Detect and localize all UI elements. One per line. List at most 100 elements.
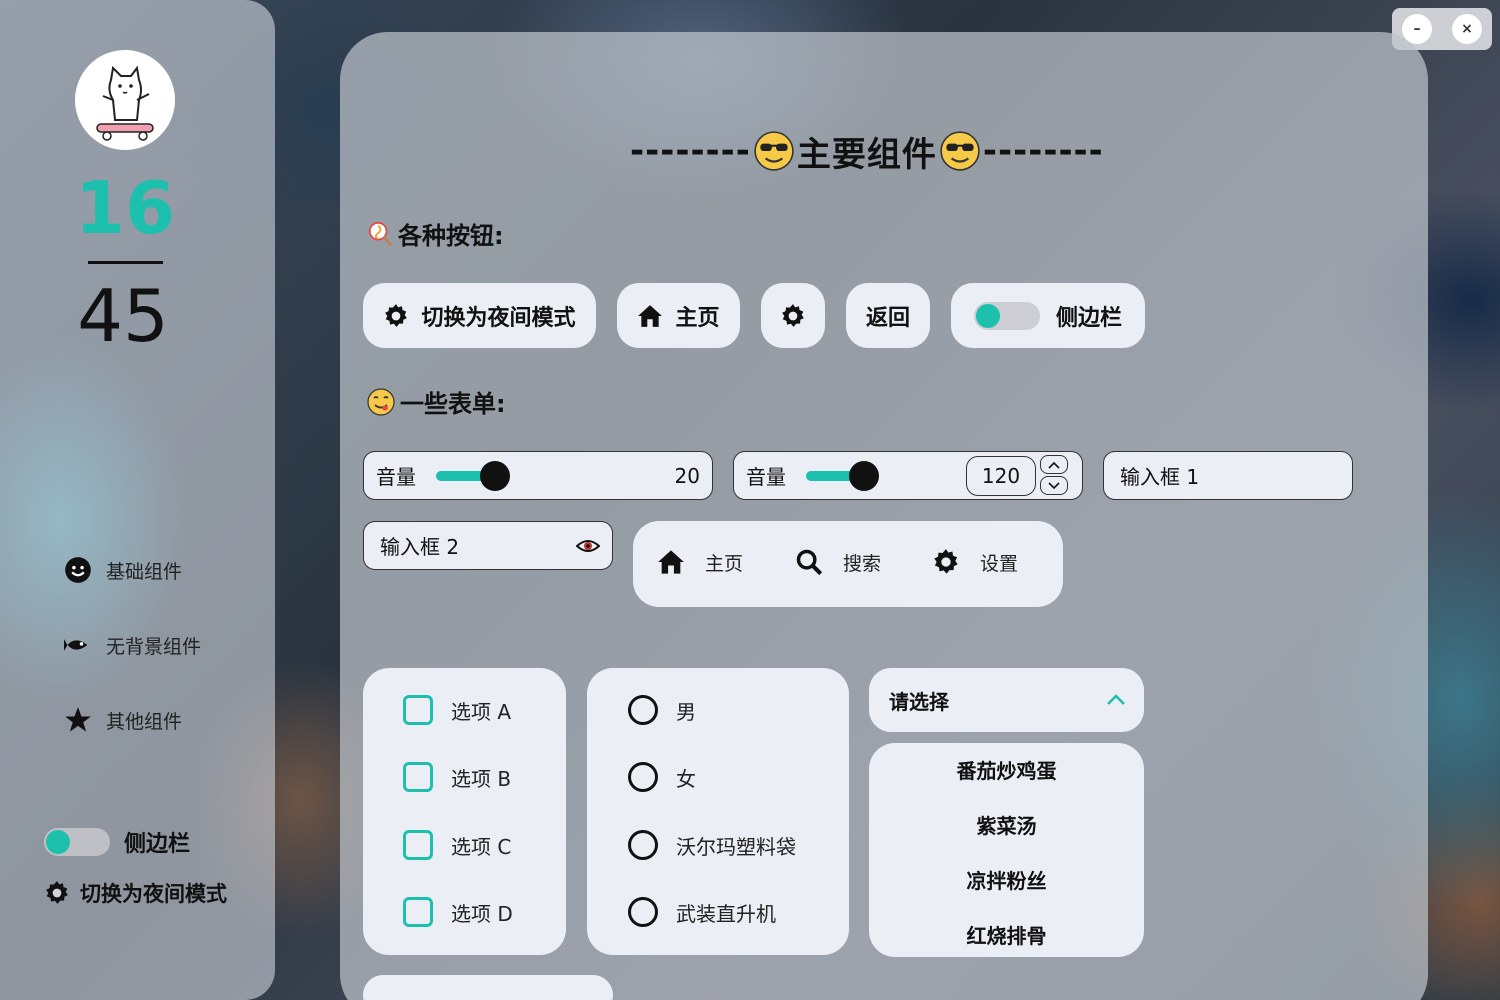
gear-icon	[46, 881, 68, 904]
forms-section-label: 一些表单:	[366, 384, 506, 419]
checkbox-option-d[interactable]: 选项 D	[403, 897, 513, 927]
chevron-up-icon	[1048, 461, 1060, 469]
close-button[interactable]: ×	[1451, 13, 1483, 45]
radio-option-female[interactable]: 女	[628, 762, 696, 792]
select-placeholder: 请选择	[889, 689, 949, 714]
password-input-value: 输入框 2	[380, 535, 460, 559]
radio-option-male[interactable]: 男	[628, 695, 696, 725]
spinner-up-button[interactable]	[1040, 455, 1068, 474]
sidebar-toggle-row: 侧边栏	[44, 826, 190, 858]
yum-face-icon	[367, 387, 395, 416]
avatar[interactable]	[75, 50, 175, 150]
smile-icon	[65, 557, 91, 583]
volume-slider-knob[interactable]	[480, 460, 510, 491]
clock-hour: 16	[74, 166, 176, 250]
sidebar-item-label: 其他组件	[106, 710, 183, 733]
volume-slider-knob[interactable]	[849, 460, 879, 491]
star-icon	[65, 707, 91, 732]
select-option[interactable]: 红烧排骨	[869, 920, 1144, 949]
navbar-item-settings[interactable]: 设置	[932, 548, 1018, 576]
home-button[interactable]: 主页	[617, 283, 740, 348]
radio[interactable]	[628, 695, 658, 725]
navbar-item-label: 主页	[705, 552, 744, 575]
toggle-knob	[46, 830, 70, 854]
sidebar-item-other[interactable]: 其他组件	[64, 705, 182, 735]
checkbox-option-b[interactable]: 选项 B	[403, 762, 511, 792]
checkbox-label: 选项 B	[451, 766, 512, 791]
volume-value: 20	[674, 463, 700, 488]
sidebar-item-label: 无背景组件	[106, 635, 202, 658]
back-button[interactable]: 返回	[846, 283, 930, 348]
checkbox[interactable]	[403, 897, 433, 927]
volume-label: 音量	[376, 465, 416, 489]
radio-option-bag[interactable]: 沃尔玛塑料袋	[628, 830, 796, 860]
buttons-section-label: 各种按钮:	[366, 216, 504, 251]
volume-spinner	[1040, 455, 1070, 495]
page-title: -------- 主要组件 --------	[630, 128, 1150, 175]
radio[interactable]	[628, 830, 658, 860]
cool-face-icon	[940, 131, 980, 171]
navbar-item-search[interactable]: 搜索	[795, 548, 881, 576]
radio-label: 男	[676, 699, 696, 724]
volume-slider-track[interactable]	[436, 460, 510, 491]
checkbox[interactable]	[403, 762, 433, 792]
radio-label: 女	[676, 766, 696, 791]
buttons-section-text: 各种按钮:	[398, 222, 504, 250]
clock-minute: 45	[77, 274, 169, 358]
gear-icon	[934, 549, 958, 574]
title-text: 主要组件	[796, 134, 937, 175]
settings-button[interactable]	[761, 283, 825, 348]
sidebar-toggle-button-label: 侧边栏	[1055, 305, 1122, 331]
checkbox-option-a[interactable]: 选项 A	[403, 695, 511, 725]
select-option[interactable]: 番茄炒鸡蛋	[869, 755, 1144, 784]
title-dashes-right: --------	[982, 131, 1104, 171]
eye-icon[interactable]	[576, 534, 600, 558]
sidebar-item-label: 基础组件	[106, 560, 183, 583]
checkbox-label: 选项 C	[451, 834, 512, 859]
password-input[interactable]: 输入框 2	[363, 521, 613, 570]
sidebar-toggle-button[interactable]: 侧边栏	[951, 283, 1145, 348]
navbar-item-label: 设置	[980, 552, 1019, 575]
lollipop-icon	[368, 221, 393, 246]
select-option[interactable]: 凉拌粉丝	[869, 865, 1144, 894]
radio[interactable]	[628, 897, 658, 927]
toggle-knob	[975, 303, 1000, 328]
bottom-card	[363, 975, 613, 1000]
radio[interactable]	[628, 762, 658, 792]
volume-spinner-field: 音量 120	[733, 451, 1083, 500]
sidebar-toggle[interactable]	[973, 301, 1040, 330]
cat-skateboard-icon	[96, 65, 154, 141]
checkbox[interactable]	[403, 830, 433, 860]
sidebar-item-no-background[interactable]: 无背景组件	[64, 630, 201, 660]
cool-face-icon	[754, 131, 794, 171]
spinner-down-button[interactable]	[1040, 476, 1068, 495]
chevron-down-icon	[1048, 481, 1060, 489]
radio-label: 武装直升机	[676, 901, 776, 926]
fish-icon	[64, 639, 88, 651]
volume-number-value: 120	[981, 463, 1021, 488]
sidebar-toggle[interactable]	[44, 828, 110, 856]
night-mode-label: 切换为夜间模式	[80, 882, 227, 906]
volume-slider-field: 音量 20	[363, 451, 713, 500]
back-button-label: 返回	[865, 305, 910, 331]
sidebar-toggle-label: 侧边栏	[124, 832, 191, 857]
radio-option-helicopter[interactable]: 武装直升机	[628, 897, 776, 927]
navbar-item-label: 搜索	[843, 552, 882, 575]
navbar-item-home[interactable]: 主页	[657, 548, 743, 576]
checkbox-label: 选项 D	[451, 901, 513, 926]
checkbox[interactable]	[403, 695, 433, 725]
text-input-1[interactable]: 输入框 1	[1103, 451, 1353, 500]
radio-label: 沃尔玛塑料袋	[676, 834, 796, 859]
select-dropdown[interactable]: 请选择	[869, 668, 1144, 732]
volume-number-input[interactable]: 120	[966, 455, 1036, 496]
clock-divider	[88, 261, 163, 264]
night-mode-link[interactable]: 切换为夜间模式	[44, 878, 227, 908]
night-mode-button[interactable]: 切换为夜间模式	[363, 283, 596, 348]
checkbox-option-c[interactable]: 选项 C	[403, 830, 511, 860]
night-mode-button-label: 切换为夜间模式	[421, 305, 576, 331]
volume-slider-track[interactable]	[806, 460, 879, 491]
forms-section-text: 一些表单:	[400, 390, 506, 418]
select-option[interactable]: 紫菜汤	[869, 810, 1144, 839]
sidebar-item-basic[interactable]: 基础组件	[64, 555, 182, 585]
sidebar: 16 45 基础组件 无背景组件 其他组件 侧边栏 切换为夜间模式	[0, 0, 275, 1000]
